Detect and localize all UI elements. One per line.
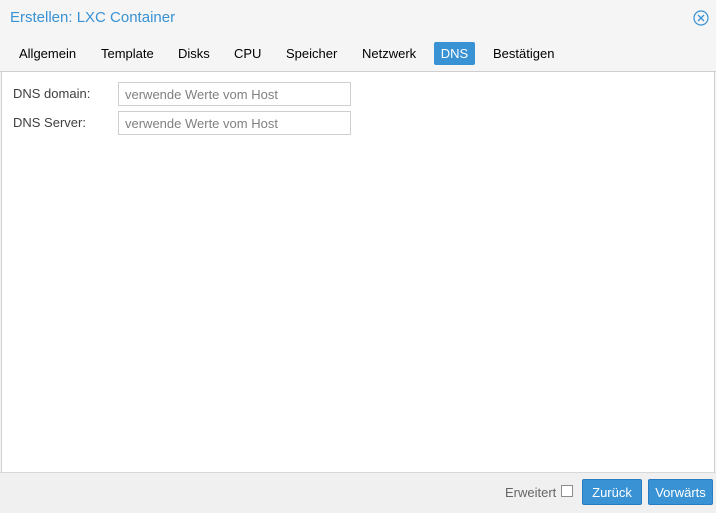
tab-allgemein[interactable]: Allgemein [12,42,83,65]
dialog-footer: Erweitert Zurück Vorwärts [0,472,716,513]
advanced-checkbox[interactable] [561,485,573,497]
dns-domain-input[interactable] [118,82,351,106]
wizard-tab-bar: Allgemein Template Disks CPU Speicher Ne… [0,36,716,72]
next-button[interactable]: Vorwärts [648,479,713,505]
create-lxc-dialog: Erstellen: LXC Container Allgemein Templ… [0,0,716,513]
tab-bestaetigen[interactable]: Bestätigen [486,42,561,65]
tab-speicher[interactable]: Speicher [279,42,344,65]
advanced-label: Erweitert [505,485,557,500]
dns-domain-label: DNS domain: [13,86,91,101]
back-button[interactable]: Zurück [582,479,642,505]
close-icon[interactable] [693,10,709,26]
dns-server-input[interactable] [118,111,351,135]
tab-cpu[interactable]: CPU [227,42,268,65]
dialog-titlebar: Erstellen: LXC Container [0,0,716,36]
dns-server-label: DNS Server: [13,115,86,130]
tab-template[interactable]: Template [94,42,161,65]
tab-dns[interactable]: DNS [434,42,475,65]
dns-form-panel: DNS domain: DNS Server: [1,72,715,472]
dialog-title: Erstellen: LXC Container [10,9,176,26]
tab-disks[interactable]: Disks [171,42,217,65]
tab-netzwerk[interactable]: Netzwerk [355,42,423,65]
